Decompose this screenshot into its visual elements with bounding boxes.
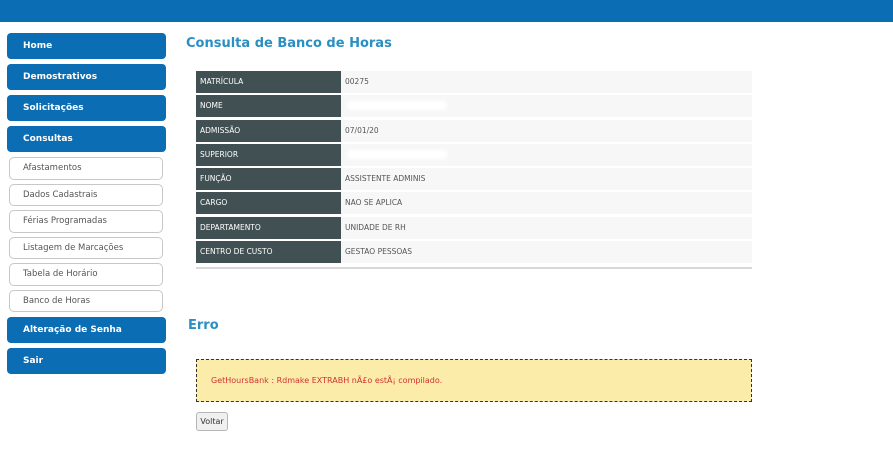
- info-row-admissao: ADMISSÃO 07/01/20: [196, 119, 752, 142]
- info-value-redacted: [341, 143, 752, 166]
- info-label: CENTRO DE CUSTO: [196, 241, 341, 264]
- employee-info-table: MATRÍCULA 00275 NOME ADMISSÃO 07/01/20 S…: [196, 71, 752, 265]
- info-value: 07/01/20: [341, 119, 752, 142]
- info-label: DEPARTAMENTO: [196, 216, 341, 239]
- info-value: ASSISTENTE ADMINIS: [341, 168, 752, 191]
- info-row-departamento: DEPARTAMENTO UNIDADE DE RH: [196, 216, 752, 239]
- sidebar: Home Demostrativos Solicitações Consulta…: [7, 33, 166, 379]
- redaction-mark: [347, 101, 447, 111]
- menu-home[interactable]: Home: [7, 33, 166, 59]
- table-divider: [196, 267, 752, 269]
- error-box: GetHoursBank : Rdmake EXTRABH nÃ£o estÃ¡…: [196, 359, 752, 402]
- info-value: 00275: [341, 71, 752, 93]
- info-label: FUNÇÃO: [196, 168, 341, 191]
- info-value: GESTAO PESSOAS: [341, 241, 752, 264]
- info-label: NOME: [196, 95, 341, 118]
- info-row-funcao: FUNÇÃO ASSISTENTE ADMINIS: [196, 168, 752, 191]
- info-label: CARGO: [196, 192, 341, 215]
- error-message: GetHoursBank : Rdmake EXTRABH nÃ£o estÃ¡…: [211, 376, 443, 385]
- submenu-banco-horas[interactable]: Banco de Horas: [9, 289, 163, 312]
- submenu-afastamentos[interactable]: Afastamentos: [9, 157, 163, 180]
- info-row-cargo: CARGO NAO SE APLICA: [196, 192, 752, 215]
- top-bar: [0, 0, 893, 22]
- menu-solicitacoes[interactable]: Solicitações: [7, 95, 166, 121]
- redaction-mark: [347, 149, 447, 159]
- menu-consultas[interactable]: Consultas: [7, 126, 166, 152]
- page-title: Consulta de Banco de Horas: [186, 36, 392, 51]
- info-row-matricula: MATRÍCULA 00275: [196, 71, 752, 93]
- back-button[interactable]: Voltar: [196, 412, 228, 431]
- info-value: UNIDADE DE RH: [341, 216, 752, 239]
- submenu-ferias-programadas[interactable]: Férias Programadas: [9, 210, 163, 233]
- menu-sair[interactable]: Sair: [7, 348, 166, 374]
- info-label: ADMISSÃO: [196, 119, 341, 142]
- info-value-redacted: [341, 95, 752, 118]
- consultas-submenu: Afastamentos Dados Cadastrais Férias Pro…: [9, 157, 166, 312]
- error-title: Erro: [188, 318, 219, 333]
- info-label: SUPERIOR: [196, 143, 341, 166]
- submenu-dados-cadastrais[interactable]: Dados Cadastrais: [9, 183, 163, 206]
- info-value: NAO SE APLICA: [341, 192, 752, 215]
- info-label: MATRÍCULA: [196, 71, 341, 93]
- menu-alteracao-senha[interactable]: Alteração de Senha: [7, 317, 166, 343]
- menu-demostrativos[interactable]: Demostrativos: [7, 64, 166, 90]
- info-row-centro-custo: CENTRO DE CUSTO GESTAO PESSOAS: [196, 241, 752, 264]
- submenu-listagem-marcacoes[interactable]: Listagem de Marcações: [9, 236, 163, 259]
- info-row-nome: NOME: [196, 95, 752, 118]
- info-row-superior: SUPERIOR: [196, 143, 752, 166]
- submenu-tabela-horario[interactable]: Tabela de Horário: [9, 263, 163, 286]
